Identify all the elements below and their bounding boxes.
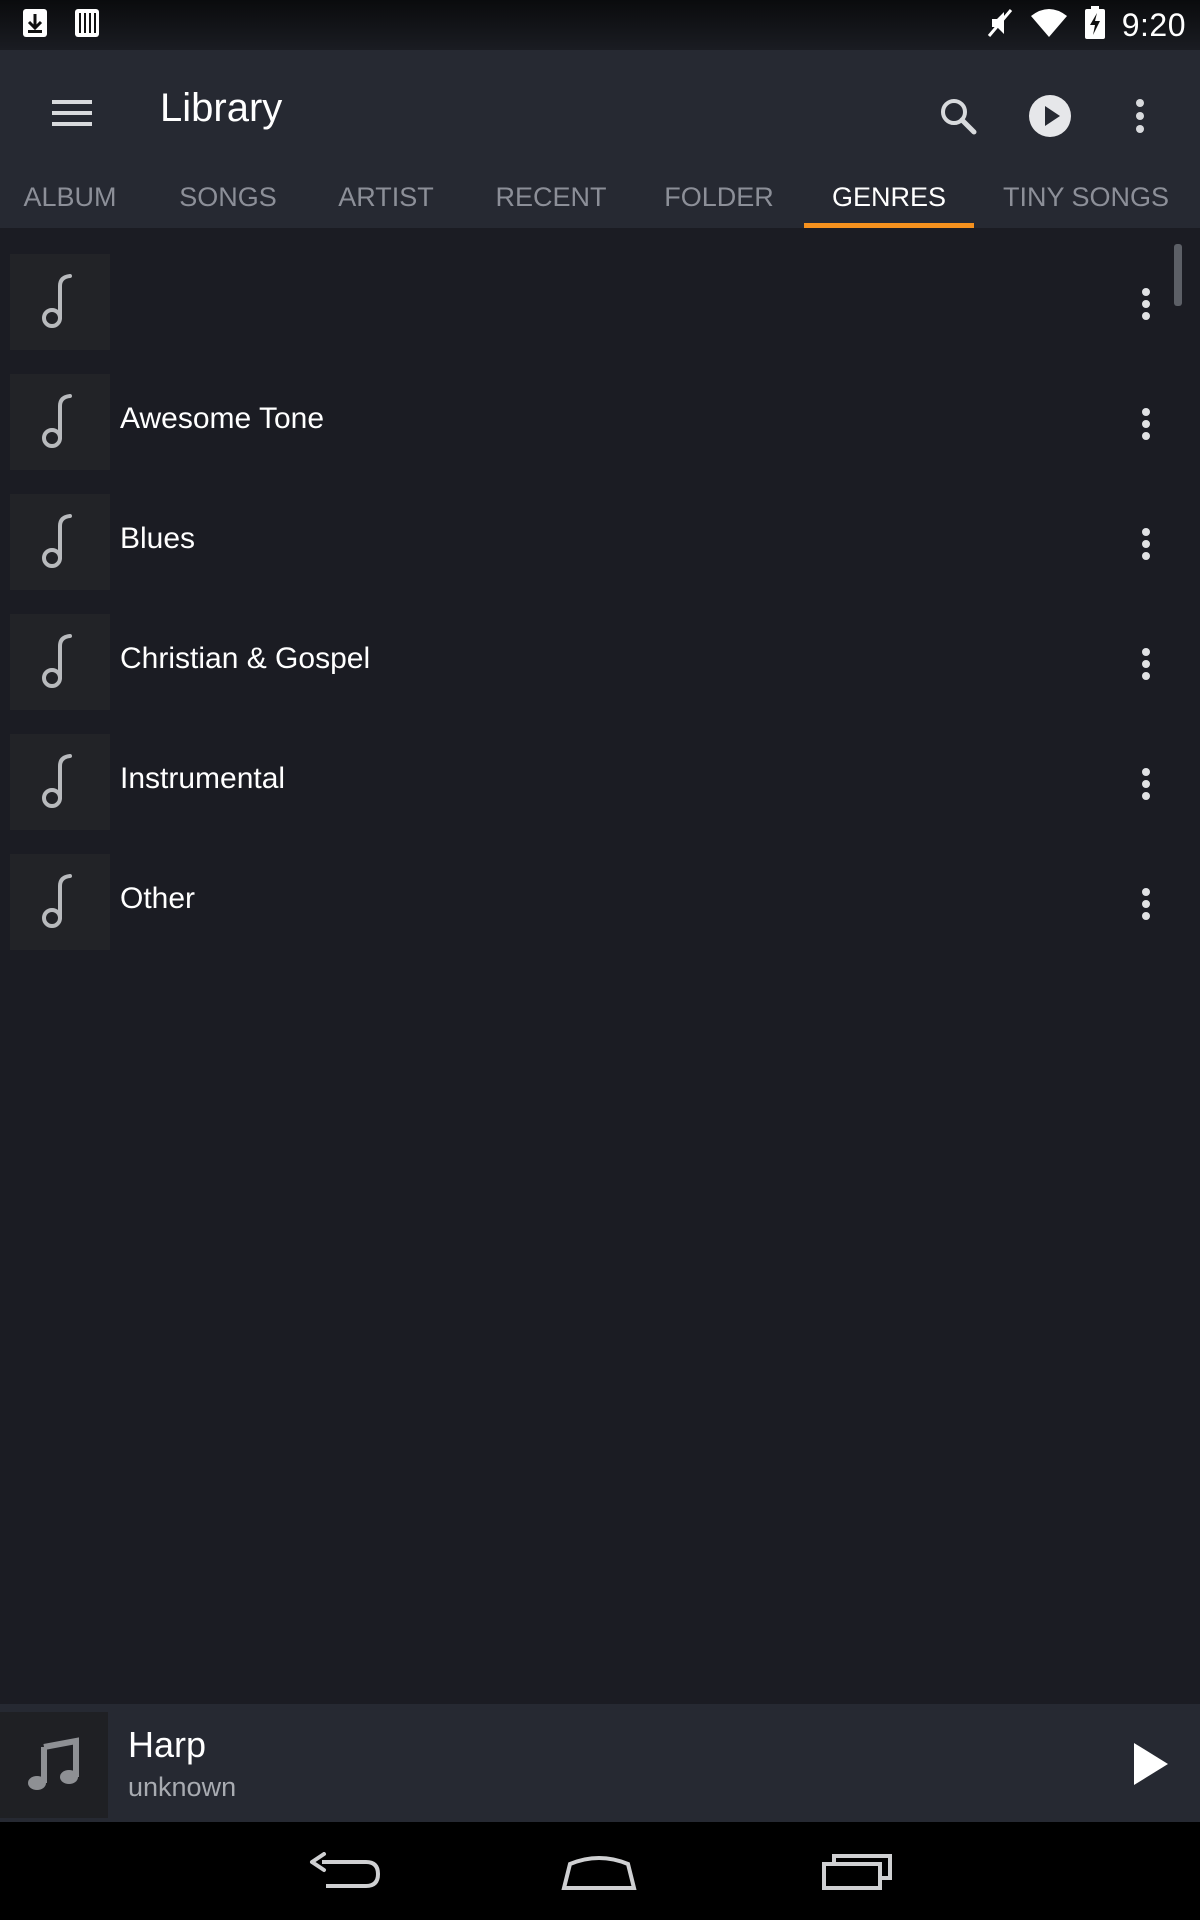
system-nav-bar [0,1822,1200,1920]
library-tabs: ALBUM SONGS ARTIST RECENT FOLDER GENRES … [0,176,1200,228]
music-note-icon [42,274,72,328]
battery-charging-icon [1084,5,1106,45]
music-note-icon [42,874,72,928]
back-icon [310,1852,381,1888]
list-item[interactable]: Awesome Tone [0,370,1200,490]
genre-thumbnail [10,254,110,350]
home-icon [561,1856,637,1890]
genre-label: Awesome Tone [120,402,325,435]
more-vert-icon [1136,99,1144,133]
back-button[interactable] [300,1844,390,1900]
genre-more-button[interactable] [1124,514,1168,574]
download-icon [20,7,50,44]
music-note-icon [42,514,72,568]
now-playing-artwork [0,1712,108,1818]
app-bar: Library ALBUM SONGS ARTIST RECENT FOLDER… [0,50,1200,228]
music-note-icon [42,754,72,808]
more-vert-icon [1142,408,1150,440]
wifi-icon [1030,7,1068,44]
scrollbar[interactable] [1174,244,1182,306]
music-note-icon [42,394,72,448]
genre-more-button[interactable] [1124,754,1168,814]
menu-button[interactable] [42,88,102,138]
tab-recent[interactable]: RECENT [480,176,622,228]
more-vert-icon [1142,888,1150,920]
tab-songs[interactable]: SONGS [160,176,296,228]
status-time: 9:20 [1121,6,1186,43]
more-vert-icon [1142,768,1150,800]
genre-label: Instrumental [120,762,286,795]
mute-icon [986,7,1014,44]
list-item[interactable]: Blues [0,490,1200,610]
overflow-menu-button[interactable] [1115,88,1165,144]
tab-tiny-songs[interactable]: TINY SONGS [996,176,1176,228]
tab-artist[interactable]: ARTIST [318,176,454,228]
genre-thumbnail [10,614,110,710]
tab-folder[interactable]: FOLDER [648,176,790,228]
tab-album[interactable]: ALBUM [0,176,140,228]
play-all-button[interactable] [1022,88,1078,144]
more-vert-icon [1142,288,1150,320]
genre-thumbnail [10,734,110,830]
genre-more-button[interactable] [1124,874,1168,934]
music-notes-icon [28,1737,79,1790]
now-playing-title: Harp [128,1724,207,1765]
list-item[interactable]: Christian & Gospel [0,610,1200,730]
page-title: Library [160,86,283,130]
genre-list: Awesome Tone Blues Christian & Gospel In… [0,250,1200,970]
recents-button[interactable] [812,1844,902,1900]
status-bar: 9:20 [0,0,1200,50]
search-button[interactable] [930,88,986,144]
list-item[interactable]: Other [0,850,1200,970]
search-icon [941,99,977,135]
genre-more-button[interactable] [1124,394,1168,454]
genre-more-button[interactable] [1124,274,1168,334]
play-circle-icon [1029,95,1071,137]
genre-thumbnail [10,854,110,950]
genre-more-button[interactable] [1124,634,1168,694]
genre-label: Blues [120,522,196,555]
list-item[interactable] [0,250,1200,370]
hamburger-menu-icon [52,100,92,126]
toolbar: Library [0,50,1200,176]
more-vert-icon [1142,648,1150,680]
genre-label: Other [120,882,196,915]
genre-thumbnail [10,494,110,590]
genre-thumbnail [10,374,110,470]
genre-label: Christian & Gospel [120,642,371,675]
mini-player[interactable]: Harp unknown [0,1704,1200,1822]
mini-play-button[interactable] [1120,1734,1180,1794]
music-library-screen: 9:20 Library ALBUM SONGS ARTIST RECENT F… [0,0,1200,1920]
recents-icon [822,1854,892,1890]
play-icon [1134,1743,1168,1785]
home-button[interactable] [554,1844,644,1900]
more-vert-icon [1142,528,1150,560]
music-note-icon [42,634,72,688]
barcode-icon [72,7,102,44]
now-playing-artist: unknown [128,1772,237,1802]
tab-genres[interactable]: GENRES [804,176,974,228]
list-item[interactable]: Instrumental [0,730,1200,850]
